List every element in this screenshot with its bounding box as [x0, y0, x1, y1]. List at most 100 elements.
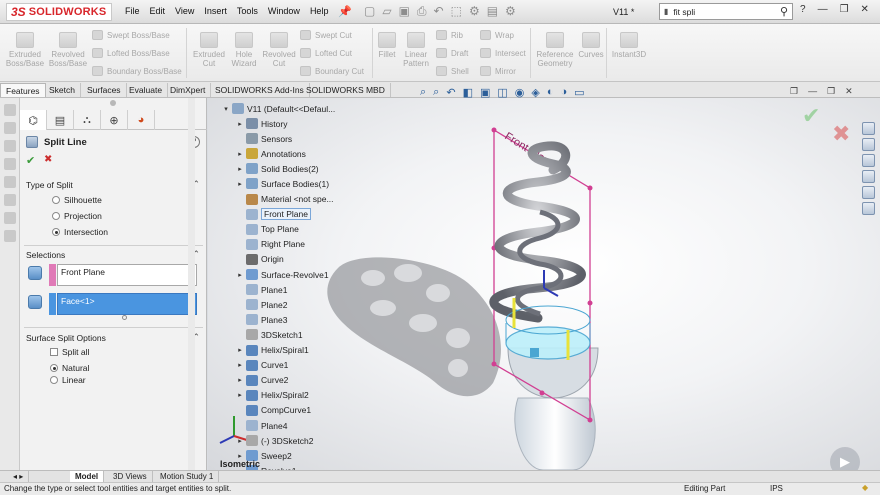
- expand-icon[interactable]: ▸: [234, 165, 246, 173]
- undo-icon[interactable]: ↶: [434, 4, 444, 19]
- tree-item[interactable]: ▸ Helix/Spiral2: [234, 388, 309, 403]
- menu-tools[interactable]: Tools: [232, 6, 263, 16]
- radio-intersection[interactable]: Intersection: [52, 227, 108, 237]
- view-orientation-icon[interactable]: ◫: [497, 86, 507, 99]
- linear-pattern-button[interactable]: Linear Pattern: [400, 32, 432, 68]
- lofted-boss-button[interactable]: Lofted Boss/Base: [92, 48, 170, 58]
- cancel-icon[interactable]: ✖: [44, 154, 52, 165]
- tree-item[interactable]: Front Plane: [234, 207, 311, 222]
- tree-item[interactable]: ▸ Annotations: [234, 146, 306, 161]
- help-menu-icon[interactable]: ?: [800, 4, 806, 15]
- strip-tool-icon[interactable]: [3, 194, 16, 206]
- expand-icon[interactable]: ▸: [234, 391, 246, 399]
- strip-tool-icon[interactable]: [3, 212, 16, 224]
- swept-cut-button[interactable]: Swept Cut: [300, 30, 352, 40]
- radio-natural[interactable]: Natural: [50, 363, 89, 373]
- view-palette-icon[interactable]: [862, 170, 875, 183]
- tree-item[interactable]: Top Plane: [234, 222, 299, 237]
- revolved-boss-button[interactable]: Revolved Boss/Base: [48, 32, 88, 68]
- boundary-cut-button[interactable]: Boundary Cut: [300, 66, 364, 76]
- menu-file[interactable]: File: [120, 6, 145, 16]
- tree-item[interactable]: ▸ Solid Bodies(2): [234, 161, 319, 176]
- appearances-icon[interactable]: [862, 186, 875, 199]
- curves-button[interactable]: Curves: [576, 32, 606, 59]
- tree-item[interactable]: Material <not spe...: [234, 192, 334, 207]
- zoom-area-icon[interactable]: ⌕: [433, 86, 439, 99]
- surface-split-options-header[interactable]: Surface Split Options ⌃: [26, 332, 202, 343]
- property-manager-tab-icon[interactable]: ▤: [47, 110, 74, 130]
- fillet-button[interactable]: Fillet: [374, 32, 400, 59]
- options-icon[interactable]: ⚙: [505, 4, 516, 19]
- extruded-cut-button[interactable]: Extruded Cut: [190, 32, 228, 68]
- edit-appearance-icon[interactable]: ◐: [547, 86, 554, 99]
- list-resize-handle[interactable]: [122, 315, 127, 320]
- panel-splitter-handle[interactable]: [110, 100, 116, 106]
- split-all-checkbox[interactable]: Split all: [50, 347, 89, 357]
- restore-icon[interactable]: ❐: [840, 4, 849, 15]
- strip-tool-icon[interactable]: [3, 140, 16, 152]
- display-style-icon[interactable]: ◉: [515, 86, 525, 99]
- open-icon[interactable]: ▱: [382, 4, 391, 19]
- expand-icon[interactable]: ▸: [234, 346, 246, 354]
- draft-button[interactable]: Draft: [436, 48, 468, 58]
- close-icon[interactable]: ✕: [861, 4, 869, 15]
- tab-sketch[interactable]: Sketch: [44, 83, 81, 97]
- instant3d-button[interactable]: Instant3D: [609, 32, 649, 59]
- tree-item[interactable]: Plane4: [234, 418, 287, 433]
- search-mode-icon[interactable]: ▮: [664, 7, 668, 16]
- reference-geometry-button[interactable]: Reference Geometry: [533, 32, 577, 68]
- menu-window[interactable]: Window: [263, 6, 305, 16]
- configuration-manager-tab-icon[interactable]: ⛬: [74, 110, 101, 130]
- tree-item[interactable]: Plane2: [234, 297, 287, 312]
- tree-item[interactable]: ▸ (-) 3DSketch2: [234, 433, 313, 448]
- extruded-boss-button[interactable]: Extruded Boss/Base: [5, 32, 45, 68]
- tab-mbd[interactable]: SOLIDWORKS MBD: [301, 83, 391, 97]
- boundary-boss-button[interactable]: Boundary Boss/Base: [92, 66, 182, 76]
- expand-icon[interactable]: ▸: [234, 271, 246, 279]
- view-settings-icon[interactable]: ▭: [574, 86, 584, 99]
- print-icon[interactable]: ⎙: [417, 4, 427, 19]
- selections-header[interactable]: Selections ⌃: [26, 249, 202, 260]
- radio-linear[interactable]: Linear: [50, 375, 86, 385]
- solidworks-logo[interactable]: 3S SOLIDWORKS: [6, 3, 112, 21]
- rebuild-status-icon[interactable]: ◆: [862, 483, 868, 492]
- expand-icon[interactable]: ▸: [234, 150, 246, 158]
- design-library-icon[interactable]: [862, 138, 875, 151]
- type-of-split-header[interactable]: Type of Split ⌃: [26, 179, 202, 190]
- tree-item[interactable]: ▸ Helix/Spiral1: [234, 343, 309, 358]
- tree-item[interactable]: ▸ Surface-Revolve1: [234, 267, 329, 282]
- panel-scrollbar[interactable]: [188, 98, 195, 470]
- menu-edit[interactable]: Edit: [145, 6, 171, 16]
- rib-button[interactable]: Rib: [436, 30, 463, 40]
- tree-item[interactable]: Plane1: [234, 282, 287, 297]
- tree-item[interactable]: Right Plane: [234, 237, 305, 252]
- tree-item[interactable]: ▸ Curve1: [234, 358, 288, 373]
- new-icon[interactable]: ▢: [364, 4, 375, 19]
- viewport-restore-icon[interactable]: ❐: [790, 86, 798, 97]
- menu-view[interactable]: View: [170, 6, 199, 16]
- mirror-button[interactable]: Mirror: [480, 66, 516, 76]
- search-commands-input[interactable]: ▮ fit spli ⚲: [659, 3, 793, 20]
- menu-insert[interactable]: Insert: [199, 6, 232, 16]
- expand-icon[interactable]: ▸: [234, 361, 246, 369]
- intersect-button[interactable]: Intersect: [480, 48, 526, 58]
- minimize-icon[interactable]: —: [818, 4, 828, 15]
- viewport-close-icon[interactable]: ✕: [845, 86, 853, 97]
- tree-item[interactable]: 3DSketch1: [234, 327, 303, 342]
- tree-item[interactable]: CompCurve1: [234, 403, 311, 418]
- viewport-minimize-icon[interactable]: —: [808, 86, 817, 97]
- menu-help[interactable]: Help: [305, 6, 334, 16]
- collapse-icon[interactable]: ▾: [220, 105, 232, 113]
- previous-view-icon[interactable]: ↶: [446, 86, 455, 99]
- apply-scene-icon[interactable]: ◑: [561, 86, 568, 99]
- feature-manager-tab-icon[interactable]: ⌬: [20, 110, 47, 130]
- display-manager-tab-icon[interactable]: ◕: [128, 110, 155, 130]
- radio-silhouette[interactable]: Silhouette: [52, 195, 102, 205]
- wrap-button[interactable]: Wrap: [480, 30, 514, 40]
- revolved-cut-button[interactable]: Revolved Cut: [260, 32, 298, 68]
- shell-button[interactable]: Shell: [436, 66, 469, 76]
- section-view-icon[interactable]: ◧: [463, 86, 473, 99]
- select-icon[interactable]: ⬚: [451, 4, 462, 19]
- strip-tool-icon[interactable]: [3, 176, 16, 188]
- expand-icon[interactable]: ▸: [234, 120, 246, 128]
